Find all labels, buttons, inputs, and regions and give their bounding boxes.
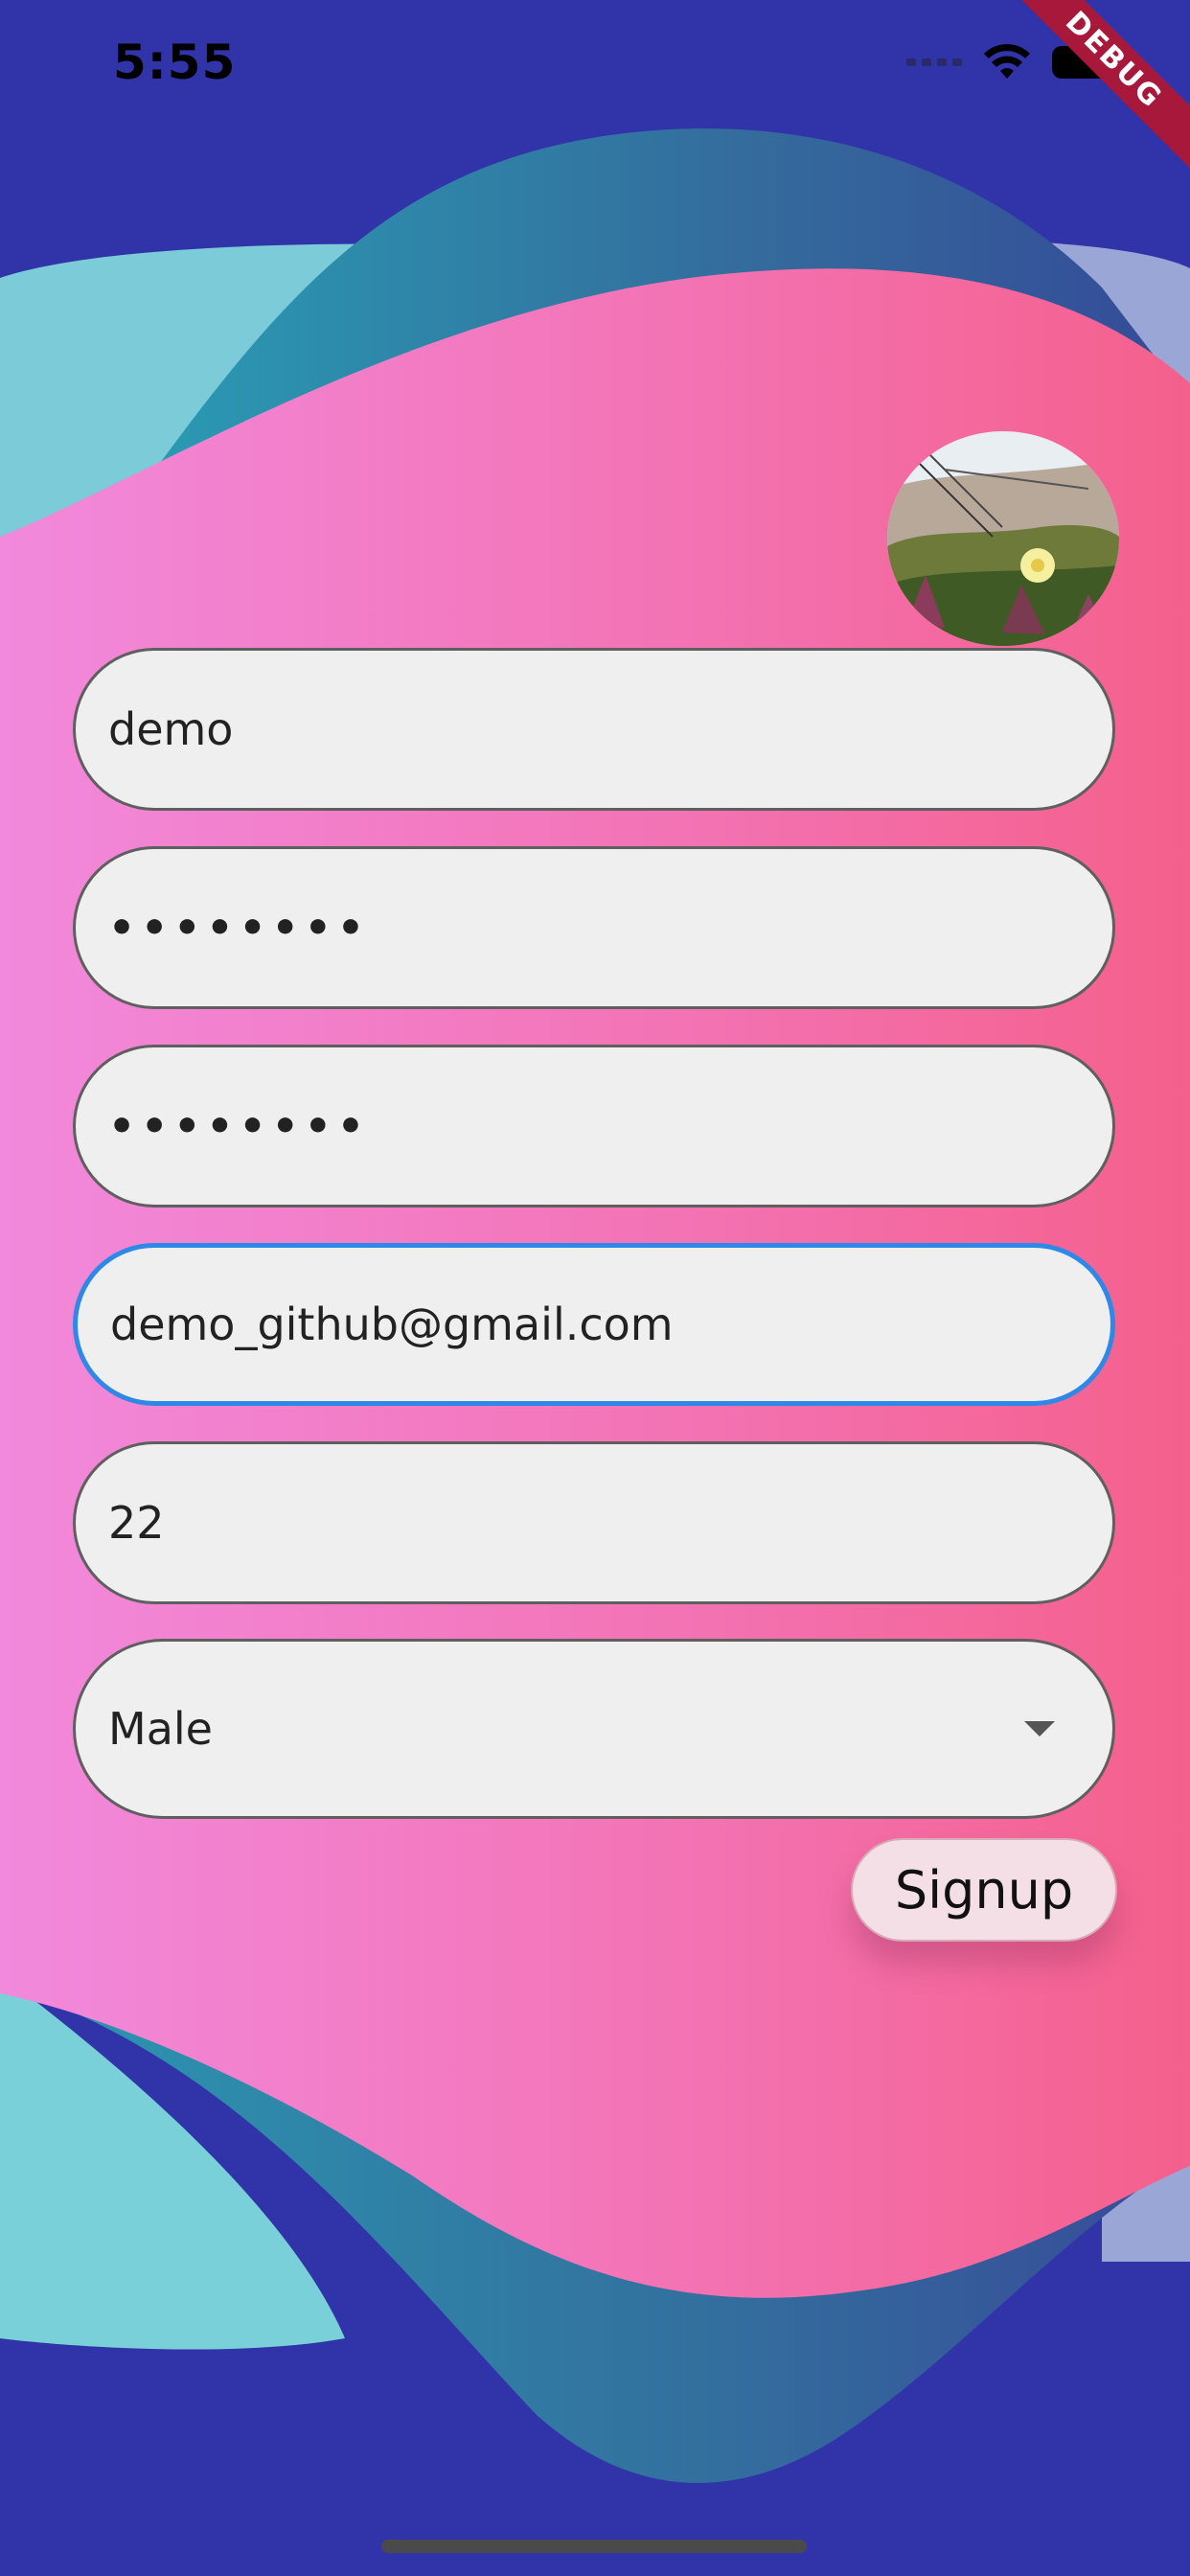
confirm-password-field[interactable]: ••••••••	[73, 1045, 1115, 1208]
gender-select[interactable]: Male	[73, 1639, 1115, 1819]
confirm-password-value: ••••••••	[108, 1101, 370, 1151]
avatar-photo	[887, 431, 1119, 646]
email-field[interactable]: demo_github@gmail.com	[73, 1243, 1115, 1406]
cellular-signal-icon	[906, 58, 962, 66]
status-time: 5:55	[113, 34, 237, 90]
username-field[interactable]: demo	[73, 648, 1115, 811]
home-indicator[interactable]	[381, 2540, 807, 2553]
age-value: 22	[108, 1497, 165, 1549]
username-value: demo	[108, 703, 234, 755]
signup-screen: 5:55 DEBUG demo •••••••• •••••••• demo_g…	[0, 0, 1190, 2576]
email-value: demo_github@gmail.com	[110, 1299, 674, 1350]
chevron-down-icon[interactable]	[1024, 1721, 1055, 1736]
password-field[interactable]: ••••••••	[73, 846, 1115, 1009]
password-value: ••••••••	[108, 903, 370, 953]
signup-button[interactable]: Signup	[851, 1838, 1117, 1942]
gender-value: Male	[108, 1703, 213, 1755]
wifi-icon	[984, 44, 1030, 79]
age-field[interactable]: 22	[73, 1441, 1115, 1604]
profile-avatar[interactable]	[887, 431, 1119, 646]
